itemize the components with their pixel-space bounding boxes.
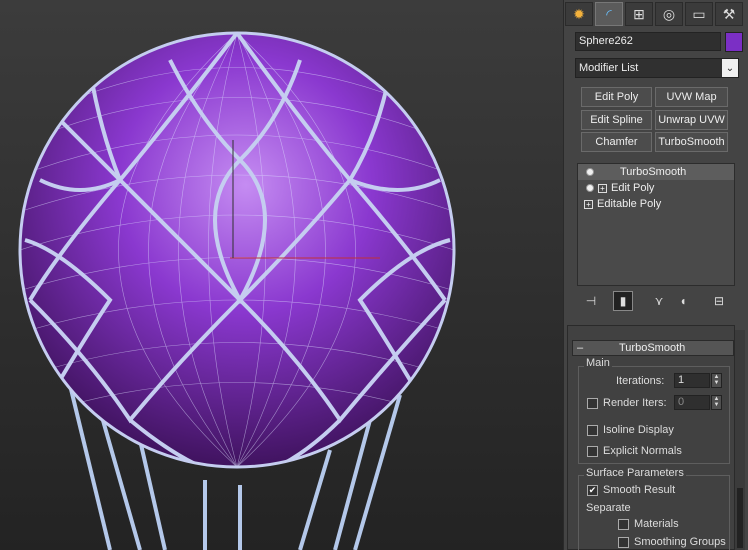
balloon-sphere bbox=[20, 33, 454, 467]
hammer-icon: ⚒ bbox=[722, 5, 736, 22]
render-iters-checkbox[interactable] bbox=[587, 398, 598, 409]
lightbulb-icon[interactable] bbox=[586, 184, 594, 192]
rollout-header[interactable]: – TurboSmooth bbox=[572, 340, 734, 356]
iterations-input[interactable]: 1 bbox=[674, 373, 710, 388]
command-panel-tabs: ✹ ◜ ⊞ ◎ ▭ ⚒ bbox=[565, 2, 746, 26]
materials-label: Materials bbox=[634, 518, 679, 530]
render-iters-input[interactable]: 0 bbox=[674, 395, 710, 410]
edit-spline-button[interactable]: Edit Spline bbox=[581, 110, 652, 130]
rollout-title: TurboSmooth bbox=[619, 342, 686, 354]
expand-plus-icon[interactable]: + bbox=[598, 183, 607, 193]
motion-icon: ◎ bbox=[662, 5, 676, 22]
utilities-tab[interactable]: ⚒ bbox=[715, 2, 743, 26]
object-color-swatch[interactable] bbox=[725, 32, 743, 52]
edit-poly-button[interactable]: Edit Poly bbox=[581, 87, 652, 107]
turbosmooth-button[interactable]: TurboSmooth bbox=[655, 132, 728, 152]
iterations-spinner[interactable]: ▲ ▼ bbox=[711, 373, 722, 388]
display-tab[interactable]: ▭ bbox=[685, 2, 713, 26]
stack-item-label: Edit Poly bbox=[611, 182, 655, 194]
collapse-icon: – bbox=[577, 342, 584, 354]
sun-icon: ✹ bbox=[573, 5, 585, 22]
create-tab[interactable]: ✹ bbox=[565, 2, 593, 26]
stack-item-label: Editable Poly bbox=[597, 198, 662, 210]
smoothing-groups-label: Smoothing Groups bbox=[634, 536, 726, 548]
uvw-map-button[interactable]: UVW Map bbox=[655, 87, 728, 107]
configure-sets-icon[interactable]: ⊟ bbox=[709, 291, 729, 311]
explicit-normals-checkbox[interactable] bbox=[587, 446, 598, 457]
modifier-list-label: Modifier List bbox=[579, 62, 639, 74]
isoline-display-checkbox[interactable] bbox=[587, 425, 598, 436]
perspective-viewport[interactable] bbox=[0, 0, 563, 550]
panel-scrollbar-thumb[interactable] bbox=[737, 488, 743, 548]
hierarchy-tab[interactable]: ⊞ bbox=[625, 2, 653, 26]
motion-tab[interactable]: ◎ bbox=[655, 2, 683, 26]
chevron-down-icon: ⌄ bbox=[722, 59, 738, 77]
surface-parameters-label: Surface Parameters bbox=[584, 467, 686, 479]
stack-item-edit-poly[interactable]: + Edit Poly bbox=[578, 180, 734, 196]
remove-modifier-icon[interactable]: ◖ bbox=[673, 291, 693, 311]
modify-curve-icon: ◜ bbox=[606, 5, 612, 22]
render-iters-spinner[interactable]: ▲ ▼ bbox=[711, 395, 722, 410]
smoothing-groups-checkbox[interactable] bbox=[618, 537, 629, 548]
show-end-result-icon[interactable]: ▮ bbox=[613, 291, 633, 311]
viewport-canvas bbox=[18, 31, 456, 550]
explicit-normals-label: Explicit Normals bbox=[603, 445, 682, 457]
modify-tab[interactable]: ◜ bbox=[595, 2, 623, 26]
render-iters-label: Render Iters: bbox=[603, 397, 667, 409]
display-icon: ▭ bbox=[692, 5, 706, 22]
separate-label: Separate bbox=[586, 502, 631, 514]
stack-item-editable-poly[interactable]: + Editable Poly bbox=[578, 196, 734, 212]
pin-stack-icon[interactable]: ⊣ bbox=[581, 291, 601, 311]
stack-item-label: TurboSmooth bbox=[620, 166, 687, 178]
chamfer-button[interactable]: Chamfer bbox=[581, 132, 652, 152]
stack-item-turbosmooth[interactable]: TurboSmooth bbox=[578, 164, 734, 180]
hierarchy-icon: ⊞ bbox=[633, 5, 645, 22]
iterations-label: Iterations: bbox=[616, 375, 665, 387]
smooth-result-checkbox[interactable]: ✔ bbox=[587, 485, 598, 496]
main-group-label: Main bbox=[584, 357, 612, 369]
expand-plus-icon[interactable]: + bbox=[584, 199, 593, 209]
unwrap-uvw-button[interactable]: Unwrap UVW bbox=[655, 110, 728, 130]
modifier-stack[interactable]: TurboSmooth + Edit Poly + Editable Poly bbox=[577, 163, 735, 286]
isoline-display-label: Isoline Display bbox=[603, 424, 674, 436]
lightbulb-icon[interactable] bbox=[586, 168, 594, 176]
smooth-result-label: Smooth Result bbox=[603, 484, 676, 496]
materials-checkbox[interactable] bbox=[618, 519, 629, 530]
object-name-field[interactable]: Sphere262 bbox=[575, 32, 721, 51]
stack-toolbar: ⊣ ▮ ⋎ ◖ ⊟ bbox=[577, 291, 735, 311]
modifier-list-dropdown[interactable]: Modifier List ⌄ bbox=[575, 58, 739, 78]
make-unique-icon[interactable]: ⋎ bbox=[649, 291, 669, 311]
